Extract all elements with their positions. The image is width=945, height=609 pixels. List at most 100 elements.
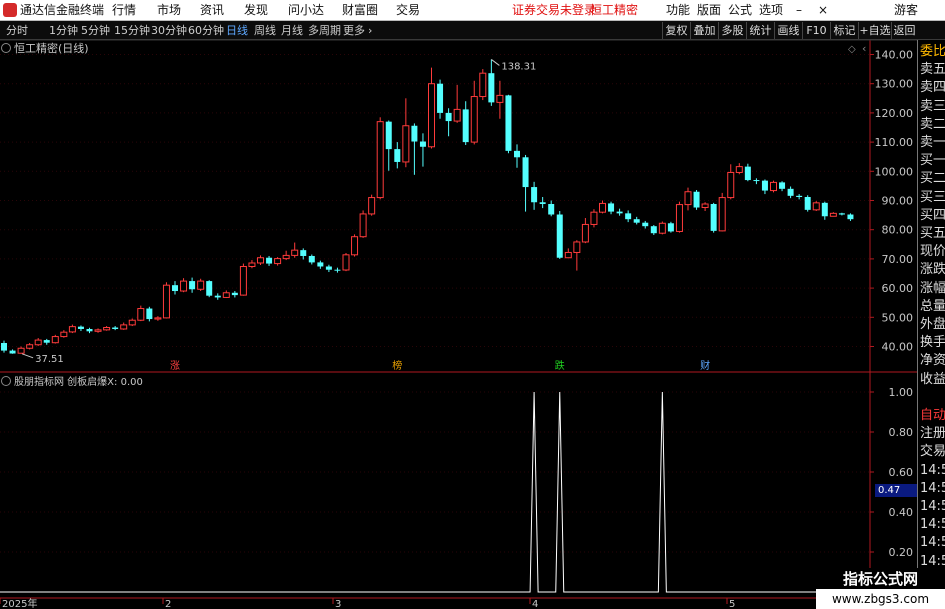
candle-body-down xyxy=(300,250,307,256)
period-5min[interactable]: 5分钟 xyxy=(81,21,110,40)
btn-restore-rights[interactable]: 复权 xyxy=(662,22,690,39)
diamond-icon[interactable]: ◇ xyxy=(848,44,856,55)
guest-label[interactable]: 游客 xyxy=(894,0,918,21)
candle-body-down xyxy=(753,180,760,182)
date-tick-label: 2025年 xyxy=(2,597,37,609)
indicator-axis: 1.00 0.80 0.60 0.40 0.20 xyxy=(870,386,913,559)
period-15min[interactable]: 15分钟 xyxy=(114,21,150,40)
period-1min[interactable]: 1分钟 xyxy=(49,21,78,40)
quote-panel-item[interactable]: 现价 xyxy=(920,243,945,260)
quote-panel-item[interactable]: 卖三 xyxy=(920,98,945,115)
quote-panel-item[interactable]: 买五 xyxy=(920,225,945,242)
quote-panel-item[interactable]: 14:56 xyxy=(920,534,945,551)
quote-panel-item[interactable]: 买一 xyxy=(920,152,945,169)
candle-body-up xyxy=(291,249,299,256)
quote-panel-item[interactable]: 卖一 xyxy=(920,134,945,151)
btn-mark[interactable]: 标记 xyxy=(830,22,858,39)
quote-panel-item[interactable]: 净资 xyxy=(920,352,945,369)
indicator-line xyxy=(0,391,870,593)
candle-body-up xyxy=(257,257,264,264)
candle-body-up xyxy=(376,121,384,199)
menu-quotes[interactable]: 行情 xyxy=(112,0,136,21)
quote-panel-item[interactable]: 外盘 xyxy=(920,316,945,333)
btn-back[interactable]: 返回 xyxy=(891,22,917,39)
chevron-right-icon[interactable]: › xyxy=(368,21,372,40)
quote-panel-item[interactable]: 换手 xyxy=(920,334,945,351)
settings-icon[interactable]: ‹ xyxy=(862,42,866,55)
quote-panel-item[interactable]: 卖二 xyxy=(920,116,945,133)
stock-name: 恒工精密 xyxy=(590,3,639,17)
date-tick-label: 4 xyxy=(532,599,538,609)
menu-function[interactable]: 功能 xyxy=(666,0,690,21)
collapse-icon[interactable] xyxy=(1,43,11,53)
event-marker[interactable]: 跌 xyxy=(555,359,565,372)
event-marker[interactable]: 涨 xyxy=(170,360,180,372)
menu-news[interactable]: 资讯 xyxy=(200,0,224,21)
quote-panel-item[interactable]: 自动 xyxy=(920,407,945,424)
period-30min[interactable]: 30分钟 xyxy=(151,21,187,40)
period-weekly[interactable]: 周线 xyxy=(254,21,276,40)
watermark-url: www.zbgs3.com xyxy=(816,589,945,609)
quote-panel-item[interactable]: 卖四 xyxy=(920,79,945,96)
candle-body-up xyxy=(248,262,256,267)
menu-ask[interactable]: 问小达 xyxy=(288,0,324,21)
quote-panel-item[interactable]: 14:56 xyxy=(920,498,945,515)
indicator-tick-label: 0.60 xyxy=(889,466,914,479)
period-more[interactable]: 更多 xyxy=(343,21,365,40)
period-monthly[interactable]: 月线 xyxy=(281,21,303,40)
quote-panel-item[interactable]: 买三 xyxy=(920,189,945,206)
candle-body-up xyxy=(94,329,102,332)
candle-body-up xyxy=(351,236,359,256)
quote-panel-item[interactable]: 收益 xyxy=(920,371,945,388)
quote-panel-item[interactable]: 委比 xyxy=(920,43,945,60)
quote-panel-item[interactable]: 卖五 xyxy=(920,61,945,78)
quote-panel-item[interactable]: 注册 xyxy=(920,425,945,442)
event-marker[interactable]: 财 xyxy=(700,359,710,372)
candle-body-down xyxy=(231,292,238,296)
quote-panel-item[interactable]: 总量 xyxy=(920,298,945,315)
menu-trade[interactable]: 交易 xyxy=(396,0,420,21)
candle-body-up xyxy=(103,327,111,331)
menu-options[interactable]: 选项 xyxy=(759,0,783,21)
kline-chart[interactable]: 140.00 130.00 120.00 110.00 100.00 90.00 80.00… xyxy=(0,40,917,609)
menu-discover[interactable]: 发现 xyxy=(244,0,268,21)
collapse-indicator-icon[interactable] xyxy=(1,376,11,386)
candle-body-down xyxy=(112,327,119,329)
candle-body-down xyxy=(43,340,50,343)
btn-statistics[interactable]: 统计 xyxy=(746,22,774,39)
quote-panel-item[interactable]: 14:56 xyxy=(920,462,945,479)
close-icon[interactable]: × xyxy=(818,0,828,21)
menu-formula[interactable]: 公式 xyxy=(728,0,752,21)
quote-panel-item[interactable]: 交易 xyxy=(920,443,945,460)
candle-body-down xyxy=(419,141,426,147)
menu-market[interactable]: 市场 xyxy=(157,0,181,21)
period-daily[interactable]: 日线 xyxy=(226,21,248,40)
low-price-label: 37.51 xyxy=(35,354,64,365)
period-timeshare[interactable]: 分时 xyxy=(6,21,28,40)
period-multi[interactable]: 多周期 xyxy=(308,21,341,40)
minimize-icon[interactable]: – xyxy=(796,0,802,21)
quote-panel: 委比 卖五 卖四卖三 卖二 卖一 买一 买二买三 买四 买五 现价 涨跌涨幅 总量 外盘 换手 净资收益自动… xyxy=(917,40,945,609)
event-marker[interactable]: 榜 xyxy=(392,359,402,372)
menu-layout[interactable]: 版面 xyxy=(697,0,721,21)
quote-panel-item[interactable]: 涨幅 xyxy=(920,280,945,297)
btn-overlay[interactable]: 叠加 xyxy=(690,22,718,39)
quote-panel-item[interactable]: 14:56 xyxy=(920,516,945,533)
quote-panel-item[interactable]: 14:56 xyxy=(920,480,945,497)
candle-body-up xyxy=(812,202,820,211)
candle-body-up xyxy=(17,347,25,354)
candle-body-down xyxy=(522,157,529,188)
trade-login-alert[interactable]: 证券交易未登录 xyxy=(512,0,596,21)
btn-f10[interactable]: F10 xyxy=(802,22,830,39)
btn-draw-line[interactable]: 画线 xyxy=(774,22,802,39)
quote-panel-item[interactable]: 涨跌 xyxy=(920,261,945,278)
btn-multi-stock[interactable]: 多股 xyxy=(718,22,746,39)
candle-body-down xyxy=(1,342,7,351)
period-60min[interactable]: 60分钟 xyxy=(188,21,224,40)
candle-body-up xyxy=(162,284,170,319)
btn-add-watchlist[interactable]: +自选 xyxy=(858,22,891,39)
quote-panel-item[interactable]: 买四 xyxy=(920,207,945,224)
candle-body-up xyxy=(428,83,435,148)
menu-wealth[interactable]: 财富圈 xyxy=(342,0,378,21)
quote-panel-item[interactable]: 买二 xyxy=(920,170,945,187)
